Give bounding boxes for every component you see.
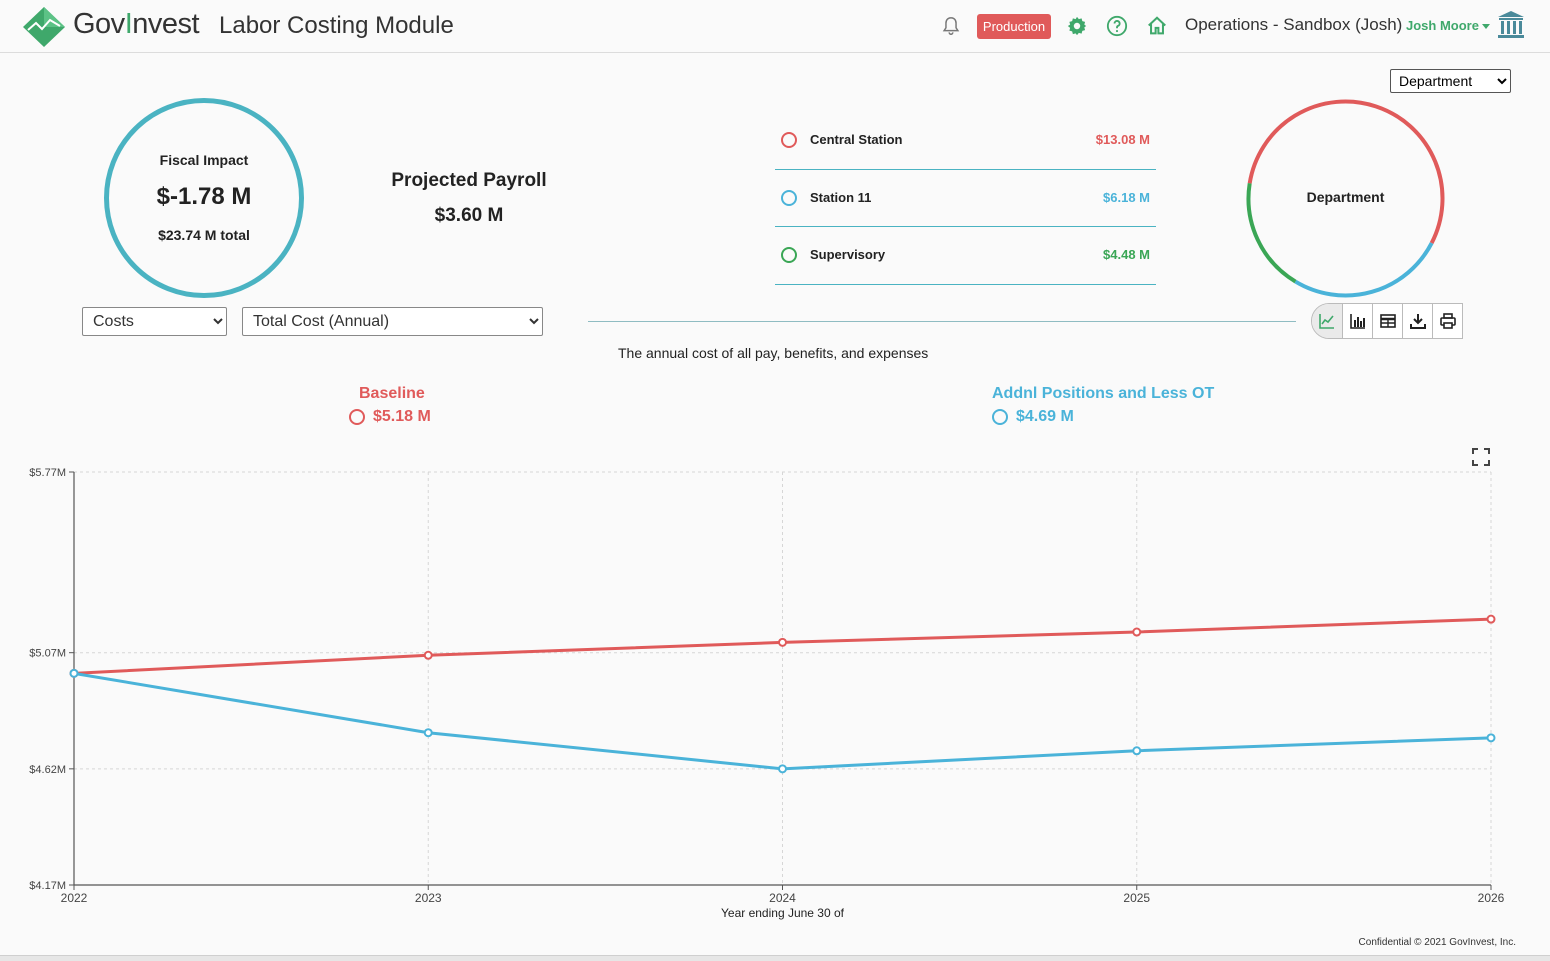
department-item-central-station[interactable]: Central Station $13.08 M [775, 112, 1156, 170]
home-icon[interactable] [1146, 15, 1168, 37]
series-marker-icon [781, 189, 797, 206]
legend-marker-icon [992, 409, 1008, 425]
top-navigation-bar: GovInvest Labor Costing Module Productio… [0, 0, 1550, 53]
donut-center-label: Department [1306, 189, 1385, 205]
department-item-supervisory[interactable]: Supervisory $4.48 M [775, 227, 1156, 285]
chart-toolbar [1311, 303, 1463, 339]
department-item-station-11[interactable]: Station 11 $6.18 M [775, 170, 1156, 227]
projected-payroll-value: $3.60 M [434, 205, 504, 226]
data-point-addnl-positions-and-less-ot[interactable] [1132, 746, 1142, 756]
department-amount: $6.18 M [1103, 189, 1150, 205]
data-point-baseline[interactable] [778, 637, 787, 647]
department-amount: $13.08 M [1095, 132, 1150, 147]
bar-chart-button[interactable] [1342, 304, 1372, 338]
legend-series-name[interactable]: Baseline [359, 385, 425, 403]
cost-line-chart[interactable]: $4.17M$4.62M$5.07M$5.77M2022 2023 2024 2025… [0, 440, 1550, 930]
legend-marker-icon [349, 409, 365, 425]
legend-series-name[interactable]: Addnl Positions and Less OT [992, 385, 1214, 403]
y-tick-label: $4.62M [29, 764, 66, 776]
user-menu-dropdown[interactable]: Josh Moore [1406, 18, 1490, 33]
y-tick-label: $5.07M [29, 648, 66, 660]
line-chart-icon [1319, 314, 1334, 329]
metric-description: The annual cost of all pay, benefits, an… [618, 345, 929, 361]
table-icon [1379, 314, 1396, 328]
donut-slice-station-11[interactable] [1294, 242, 1434, 298]
series-marker-icon [781, 247, 797, 263]
donut-slice-central-station[interactable] [1247, 99, 1445, 244]
bell-icon[interactable] [940, 15, 962, 37]
brand-name: GovInvest [73, 8, 200, 40]
legend-series-value: $5.18 M [373, 408, 431, 425]
bar-chart-icon [1349, 314, 1365, 329]
department-name: Supervisory [810, 247, 886, 262]
x-tick-label: 2025 [1123, 891, 1150, 905]
print-icon [1439, 313, 1456, 329]
data-point-addnl-positions-and-less-ot[interactable] [778, 764, 787, 774]
divider [588, 321, 1296, 322]
department-list: Central Station $13.08 M Station 11 $6.1… [775, 112, 1156, 285]
data-point-addnl-positions-and-less-ot[interactable] [69, 668, 79, 678]
govinvest-logo-icon[interactable] [22, 6, 66, 48]
print-button[interactable] [1432, 304, 1462, 338]
x-axis-label: Year ending June 30 of [721, 906, 845, 920]
gear-icon[interactable] [1066, 15, 1088, 37]
category-select[interactable]: Costs [82, 307, 227, 336]
x-tick-label: 2024 [769, 891, 796, 905]
fiscal-impact-total: $23.74 M total [158, 227, 250, 243]
department-amount: $4.48 M [1103, 247, 1150, 262]
data-point-baseline[interactable] [1486, 614, 1496, 624]
legend-series-value: $4.69 M [1016, 408, 1074, 425]
workspace-name: Operations - Sandbox (Josh) [1185, 15, 1403, 34]
x-tick-label: 2026 [1478, 891, 1505, 905]
user-name: Josh Moore [1406, 18, 1479, 33]
download-button[interactable] [1402, 304, 1432, 338]
metric-select[interactable]: Total Cost (Annual) [242, 307, 543, 336]
y-tick-label: $5.77M [29, 467, 66, 479]
table-view-button[interactable] [1372, 304, 1402, 338]
department-name: Central Station [810, 132, 903, 147]
chevron-down-icon [1481, 24, 1490, 30]
download-icon [1409, 314, 1426, 329]
data-point-addnl-positions-and-less-ot[interactable] [1486, 733, 1496, 743]
projected-payroll-label: Projected Payroll [391, 170, 547, 191]
fiscal-impact-label: Fiscal Impact [159, 152, 249, 168]
data-point-baseline[interactable] [1132, 627, 1142, 637]
x-tick-label: 2022 [61, 891, 88, 905]
module-title: Labor Costing Module [219, 12, 454, 39]
copyright-footer: Confidential © 2021 GovInvest, Inc. [1358, 937, 1516, 948]
series-marker-icon [781, 132, 797, 148]
department-name: Station 11 [810, 189, 872, 205]
institution-icon[interactable] [1497, 10, 1525, 40]
grouping-select[interactable]: Department [1390, 69, 1511, 93]
fiscal-impact-value: $-1.78 M [156, 183, 252, 210]
data-point-addnl-positions-and-less-ot[interactable] [423, 728, 433, 738]
data-point-baseline[interactable] [423, 650, 433, 660]
x-tick-label: 2023 [415, 891, 442, 905]
page-bottom-edge [0, 955, 1550, 961]
environment-badge: Production [977, 14, 1051, 39]
help-icon[interactable] [1106, 15, 1128, 37]
line-chart-button[interactable] [1312, 304, 1342, 338]
